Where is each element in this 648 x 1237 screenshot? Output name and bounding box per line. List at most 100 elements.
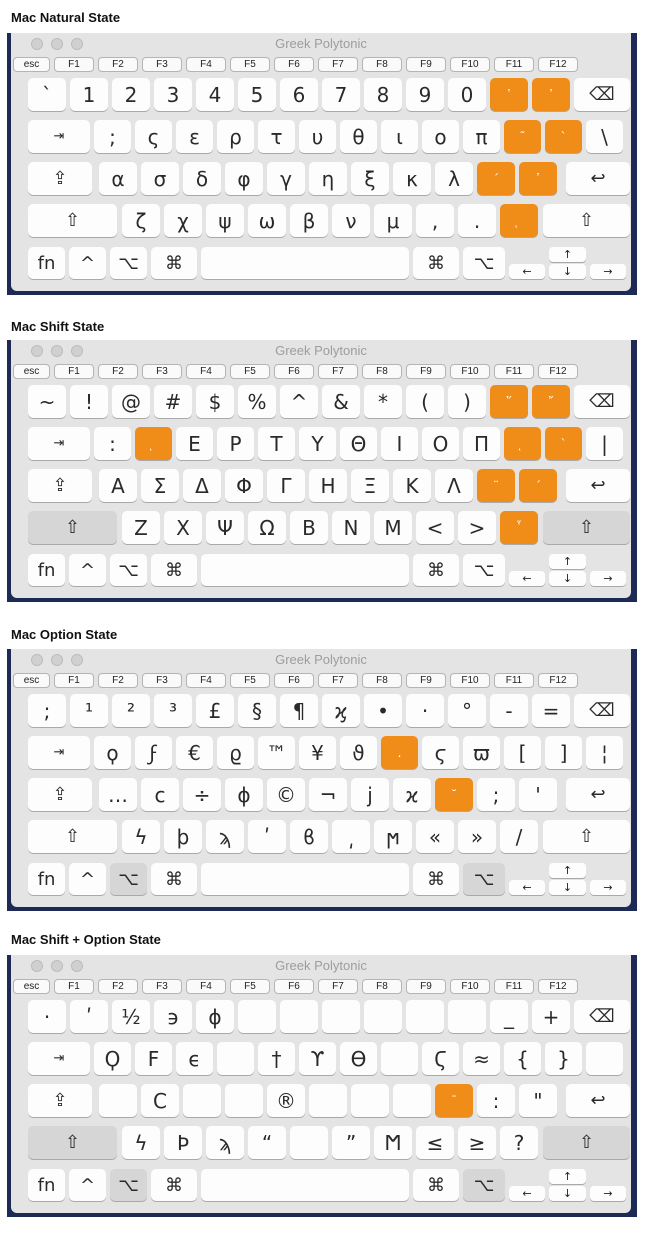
key-row1-3[interactable]: ϶ [154,1000,192,1033]
function-key-f5[interactable]: F5 [230,673,270,688]
key-row1-4[interactable]: $ [196,385,234,418]
key-row4-1[interactable]: Ϸ [164,1126,202,1159]
key-row1-11[interactable]: ῾ [490,78,528,111]
key-row4-7[interactable]: « [416,820,454,853]
left-shift-key[interactable]: ⇧ [28,820,117,853]
esc-key[interactable]: esc [13,673,50,688]
key-row3-3[interactable] [225,1084,263,1117]
key-row3-7[interactable]: κ [393,162,431,195]
key-row2-6[interactable]: θ [340,120,377,153]
function-key-f3[interactable]: F3 [142,57,182,72]
key-row3-0[interactable]: α [99,162,137,195]
key-row2-8[interactable]: ϛ [422,736,459,769]
tab-key[interactable]: ⇥ [28,120,90,153]
space-bar[interactable] [201,863,409,895]
key-row1-10[interactable]: ) [448,385,486,418]
arrow-left-key[interactable]: ← [509,880,545,895]
key-row4-8[interactable]: . [458,204,496,237]
key-row1-9[interactable]: 9 [406,78,444,111]
key-row4-5[interactable]: ν [332,204,370,237]
space-bar[interactable] [201,247,409,279]
right-option-key[interactable]: ⌥ [463,863,505,895]
key-row4-9[interactable]: ͅ [500,204,538,237]
key-row4-4[interactable]: β [290,204,328,237]
key-row2-9[interactable]: π [463,120,500,153]
key-row2-0[interactable]: : [94,427,131,460]
key-row2-7[interactable]: ι [381,120,418,153]
function-key-f8[interactable]: F8 [362,979,402,994]
function-key-f10[interactable]: F10 [450,364,490,379]
key-row2-4[interactable]: † [258,1042,295,1075]
key-row1-4[interactable]: ϕ [196,1000,234,1033]
function-key-f5[interactable]: F5 [230,57,270,72]
key-row2-4[interactable]: τ [258,120,295,153]
caps-lock-key[interactable]: ⇪ [28,162,92,195]
arrow-down-key[interactable]: ↓ [549,264,586,279]
function-key-f8[interactable]: F8 [362,57,402,72]
function-key-f12[interactable]: F12 [538,364,578,379]
arrow-up-key[interactable]: ↑ [549,863,586,878]
key-row1-11[interactable]: _ [490,1000,528,1033]
arrow-right-key[interactable]: → [590,1186,626,1201]
key-row1-7[interactable]: 7 [322,78,360,111]
key-row3-10[interactable]: ᾽ [519,162,557,195]
function-key-f6[interactable]: F6 [274,57,314,72]
key-row1-8[interactable]: • [364,694,402,727]
key-row3-10[interactable]: ΄ [519,469,557,502]
key-row3-8[interactable]: ¯ [435,1084,473,1117]
right-shift-key[interactable]: ⇧ [543,511,630,544]
key-row2-8[interactable]: Ο [422,427,459,460]
key-row2-1[interactable]: ς [135,120,172,153]
key-row4-2[interactable]: Ψ [206,511,244,544]
key-row2-0[interactable]: Ϙ [94,1042,131,1075]
fn-key[interactable]: fn [28,247,65,279]
function-key-f10[interactable]: F10 [450,57,490,72]
key-row2-7[interactable]: Ι [381,427,418,460]
control-key[interactable]: ^ [69,863,106,895]
right-command-key[interactable]: ⌘ [413,863,459,895]
function-key-f7[interactable]: F7 [318,364,358,379]
key-row4-0[interactable]: ζ [122,204,160,237]
key-row1-0[interactable]: ` [28,78,66,111]
delete-key[interactable]: ⌫ [574,78,630,111]
function-key-f5[interactable]: F5 [230,979,270,994]
fn-key[interactable]: fn [28,863,65,895]
control-key[interactable]: ^ [69,247,106,279]
key-row4-0[interactable]: Ζ [122,511,160,544]
function-key-f11[interactable]: F11 [494,673,534,688]
key-row1-8[interactable]: 8 [364,78,402,111]
function-key-f10[interactable]: F10 [450,673,490,688]
fn-key[interactable]: fn [28,554,65,586]
caps-lock-key[interactable]: ⇪ [28,469,92,502]
key-row4-0[interactable]: ϟ [122,1126,160,1159]
key-row4-4[interactable]: Β [290,511,328,544]
key-row4-5[interactable]: Ν [332,511,370,544]
key-row3-1[interactable]: Σ [141,469,179,502]
key-row2-6[interactable]: ϑ [340,736,377,769]
function-key-f1[interactable]: F1 [54,57,94,72]
key-row3-4[interactable]: ® [267,1084,305,1117]
key-row3-8[interactable]: Λ [435,469,473,502]
arrow-down-key[interactable]: ↓ [549,1186,586,1201]
function-key-f12[interactable]: F12 [538,673,578,688]
function-key-f2[interactable]: F2 [98,979,138,994]
right-option-key[interactable]: ⌥ [463,554,505,586]
key-row1-0[interactable]: ~ [28,385,66,418]
arrow-right-key[interactable]: → [590,264,626,279]
key-row2-7[interactable] [381,1042,418,1075]
key-row3-4[interactable]: γ [267,162,305,195]
key-row1-4[interactable]: £ [196,694,234,727]
function-key-f4[interactable]: F4 [186,57,226,72]
key-row1-10[interactable] [448,1000,486,1033]
key-row4-3[interactable]: ω [248,204,286,237]
return-key[interactable]: ↩ [566,778,630,811]
right-option-key[interactable]: ⌥ [463,247,505,279]
key-row1-12[interactable]: + [532,1000,570,1033]
key-row1-5[interactable]: % [238,385,276,418]
key-row2-7[interactable]: . [381,736,418,769]
key-row2-10[interactable]: ͅ [504,427,541,460]
key-row2-2[interactable]: ε [176,120,213,153]
right-option-key[interactable]: ⌥ [463,1169,505,1201]
key-row1-8[interactable] [364,1000,402,1033]
key-row4-9[interactable]: ? [500,1126,538,1159]
